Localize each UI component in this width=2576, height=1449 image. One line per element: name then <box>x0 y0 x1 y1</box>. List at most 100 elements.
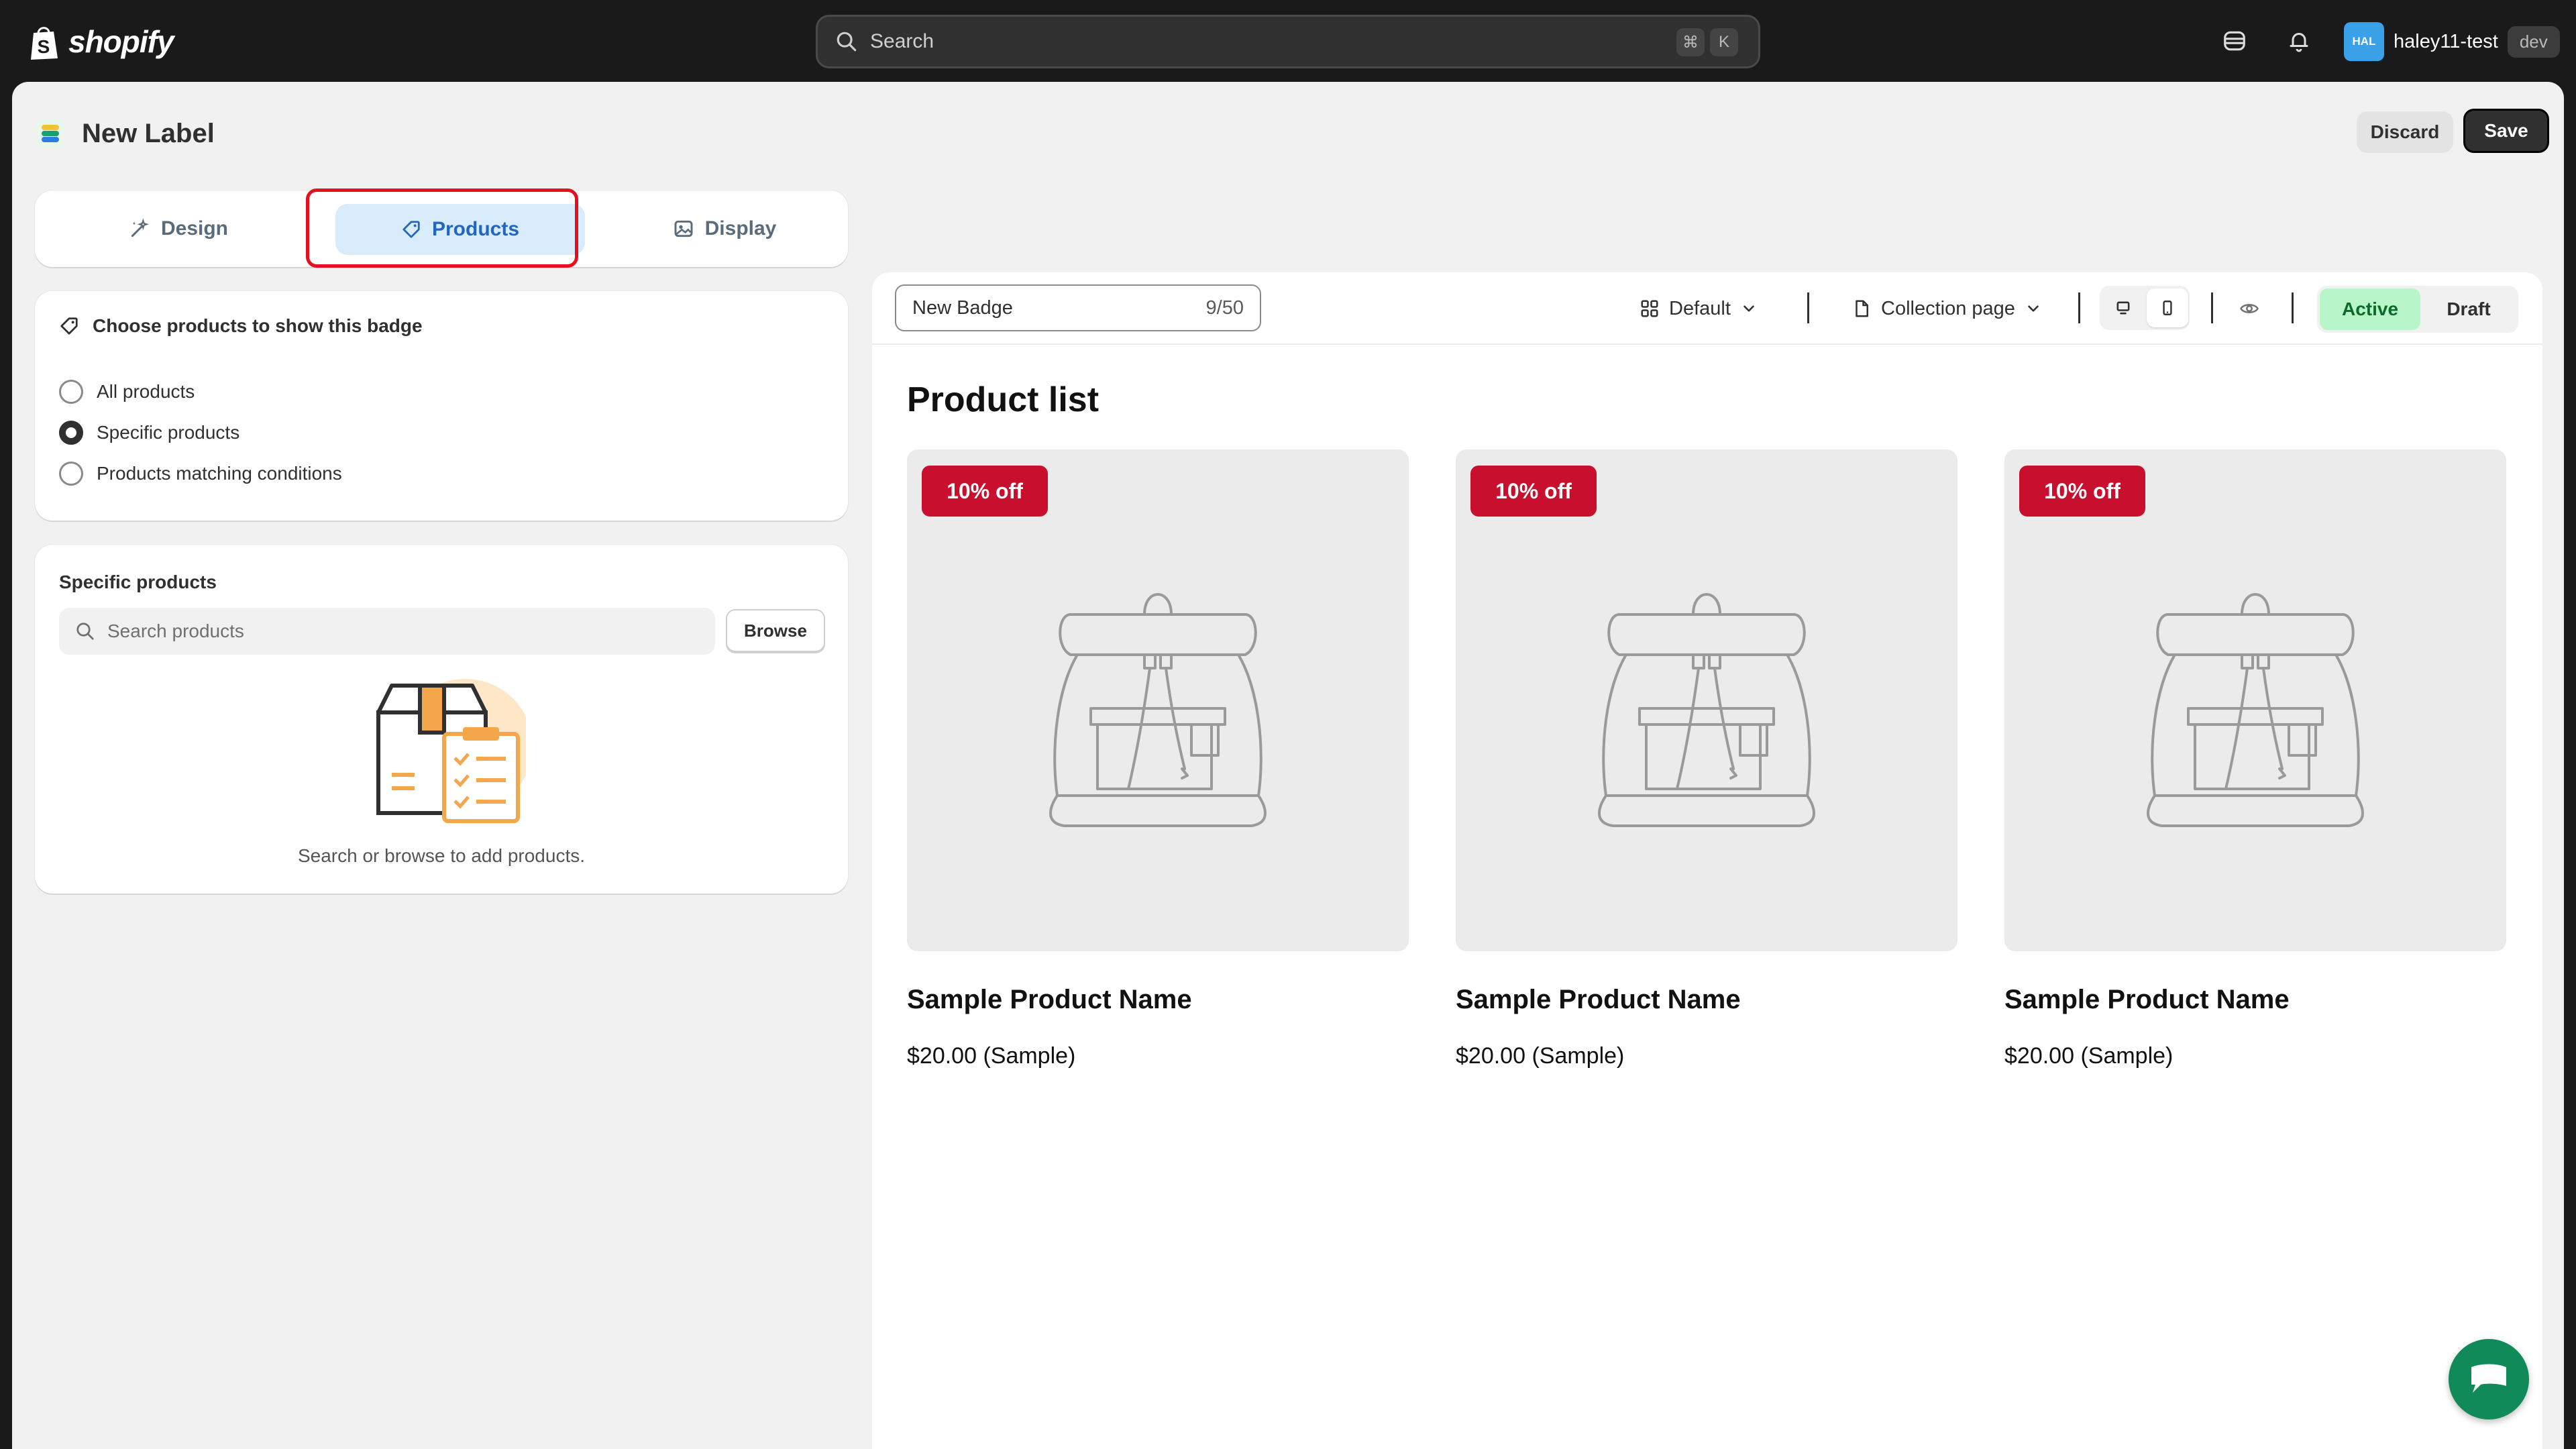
logo-text: shopify <box>68 24 174 59</box>
backpack-icon <box>1598 593 1815 827</box>
product-price: $20.00 (Sample) <box>2004 1043 2174 1069</box>
search-placeholder: Search <box>870 30 934 52</box>
search-icon <box>76 623 94 640</box>
product-card[interactable]: 10% off Sample Product Name $20.00 (Samp… <box>907 449 1409 1069</box>
tab-design[interactable]: Design <box>48 200 309 258</box>
eye-icon <box>2240 304 2259 313</box>
tab-design-label: Design <box>160 217 229 239</box>
bell-icon <box>2290 33 2308 52</box>
choose-heading-text: Choose products to show this badge <box>93 315 423 336</box>
page-title: New Label <box>82 118 215 148</box>
product-search-input[interactable]: Search products <box>59 608 715 655</box>
radio-label: Specific products <box>97 422 240 443</box>
preview-panel: New Badge 9/50 Default Collection page A… <box>872 272 2542 1449</box>
desktop-icon <box>2116 301 2130 315</box>
chat-button[interactable] <box>2449 1339 2529 1419</box>
image-icon <box>674 220 693 237</box>
svg-text:S: S <box>38 36 50 57</box>
shortcut-k-key: K <box>1710 28 1738 56</box>
specific-products-card: Specific products Search products Browse <box>35 545 848 894</box>
status-toggle: Active Draft <box>2317 286 2518 333</box>
template-select[interactable]: Default <box>1640 290 1758 327</box>
product-search-placeholder: Search products <box>107 621 244 641</box>
store-switch-icon <box>2224 31 2245 51</box>
store-badge: dev <box>2507 25 2560 58</box>
badge-name-value: New Badge <box>912 297 1013 319</box>
page-icon <box>1856 300 1868 317</box>
product-price: $20.00 (Sample) <box>1456 1043 1625 1069</box>
discard-button[interactable]: Discard <box>2357 111 2453 153</box>
notifications-button[interactable] <box>2282 24 2316 58</box>
product-image: 10% off <box>907 449 1409 951</box>
main-frame: New Label Discard Save Design Products D… <box>12 82 2564 1449</box>
radio-button[interactable] <box>59 380 83 404</box>
product-card[interactable]: 10% off Sample Product Name $20.00 (Samp… <box>1456 449 1957 1069</box>
choose-products-card: Choose products to show this badge All p… <box>35 291 848 521</box>
status-active-button[interactable]: Active <box>2320 288 2420 330</box>
store-name: haley11-test <box>2394 30 2498 52</box>
avatar: HAL <box>2344 22 2384 61</box>
store-switch-button[interactable] <box>2218 24 2251 58</box>
save-button[interactable]: Save <box>2463 109 2549 153</box>
specific-products-title: Specific products <box>59 572 217 592</box>
radio-specific-products[interactable]: Specific products <box>59 421 239 445</box>
tab-display-label: Display <box>704 217 777 239</box>
product-image: 10% off <box>2004 449 2506 951</box>
store-menu[interactable]: HAL haley11-test dev <box>2344 22 2560 61</box>
empty-state-box-illustration <box>376 679 526 823</box>
template-icon <box>1641 300 1658 317</box>
page-type-select[interactable]: Collection page <box>1851 290 2042 327</box>
sale-badge: 10% off <box>2019 466 2145 517</box>
global-search-input[interactable]: Search ⌘ K <box>816 15 1760 68</box>
product-image: 10% off <box>1456 449 1957 951</box>
toolbar-divider <box>1807 292 1809 323</box>
sale-badge: 10% off <box>1470 466 1597 517</box>
radio-matching-conditions[interactable]: Products matching conditions <box>59 462 342 486</box>
empty-state-text: Search or browse to add products. <box>297 845 585 866</box>
badge-name-input[interactable]: New Badge 9/50 <box>895 284 1261 331</box>
product-price: $20.00 (Sample) <box>907 1043 1076 1069</box>
sale-badge: 10% off <box>922 466 1048 517</box>
status-draft-button[interactable]: Draft <box>2422 288 2516 330</box>
mobile-icon <box>2163 301 2172 315</box>
desktop-view-button[interactable] <box>2102 288 2144 327</box>
shopify-logo[interactable]: S shopify <box>28 20 174 63</box>
char-counter: 9/50 <box>1205 297 1244 319</box>
product-list-title: Product list <box>907 380 1099 419</box>
toolbar-divider <box>2211 292 2213 323</box>
backpack-icon <box>1049 593 1267 827</box>
shortcut-cmd-key: ⌘ <box>1676 28 1705 56</box>
page-header: New Label <box>36 110 215 157</box>
top-bar: S shopify Search ⌘ K HAL haley11-test de… <box>0 0 2576 82</box>
radio-button[interactable] <box>59 462 83 486</box>
backpack-icon <box>2147 593 2364 827</box>
choose-products-heading: Choose products to show this badge <box>59 315 423 337</box>
tag-icon <box>60 317 78 335</box>
shopify-bag-icon: S <box>31 27 58 60</box>
browse-button[interactable]: Browse <box>726 609 825 652</box>
preview-toolbar: New Badge 9/50 Default Collection page A… <box>872 272 2542 345</box>
radio-label: All products <box>97 381 195 402</box>
product-name: Sample Product Name <box>907 985 1192 1014</box>
products-tab-highlight <box>306 189 578 268</box>
chevron-down-icon <box>2028 305 2039 312</box>
chevron-down-icon <box>1743 305 1754 312</box>
device-toggle <box>2100 286 2190 330</box>
product-card[interactable]: 10% off Sample Product Name $20.00 (Samp… <box>2004 449 2506 1069</box>
tab-display[interactable]: Display <box>610 200 839 258</box>
page-type-label: Collection page <box>1881 297 2015 319</box>
search-icon <box>837 32 857 52</box>
preview-visibility-button[interactable] <box>2238 290 2261 327</box>
toolbar-divider <box>2078 292 2080 323</box>
template-label: Default <box>1669 297 1731 319</box>
radio-button[interactable] <box>59 421 83 445</box>
product-name: Sample Product Name <box>1456 985 1741 1014</box>
radio-label: Products matching conditions <box>97 463 342 484</box>
app-icon <box>36 119 64 148</box>
mobile-view-button[interactable] <box>2147 288 2188 327</box>
magic-wand-icon <box>131 218 150 237</box>
chat-icon <box>2471 1364 2506 1393</box>
product-name: Sample Product Name <box>2004 985 2290 1014</box>
radio-all-products[interactable]: All products <box>59 380 195 404</box>
toolbar-divider <box>2292 292 2294 323</box>
